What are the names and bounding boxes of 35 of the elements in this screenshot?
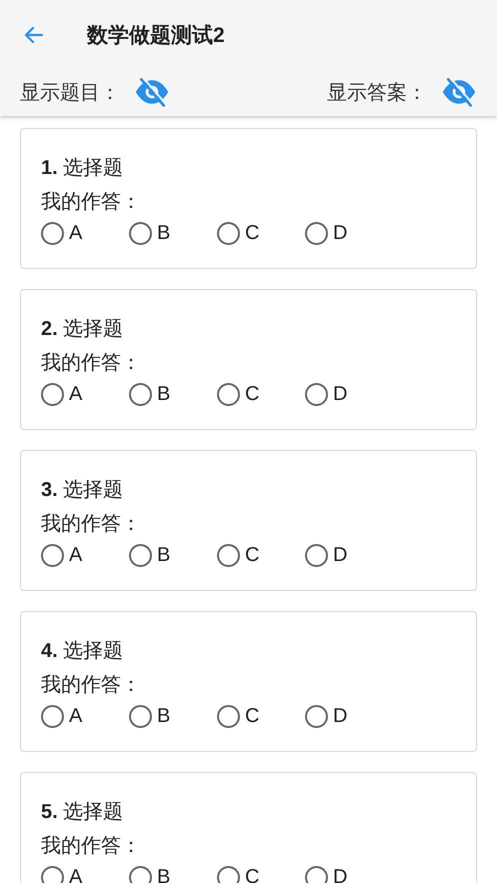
toggle-label: 显示答案： bbox=[327, 80, 427, 106]
radio-option[interactable]: D bbox=[305, 383, 393, 406]
radio-option[interactable]: A bbox=[41, 383, 129, 406]
answer-label: 我的作答： bbox=[41, 673, 141, 698]
question-title: 3. 选择题 bbox=[41, 478, 124, 503]
answer-label: 我的作答： bbox=[41, 351, 141, 376]
answer-label: 我的作答： bbox=[41, 190, 141, 215]
radio-option[interactable]: B bbox=[129, 383, 217, 406]
radio-option[interactable]: A bbox=[41, 705, 129, 728]
radio-option[interactable]: A bbox=[41, 544, 129, 567]
question-title: 2. 选择题 bbox=[41, 317, 124, 342]
toggle-label: 显示题目： bbox=[20, 80, 120, 106]
radio-option[interactable]: C bbox=[217, 383, 305, 406]
radio-option[interactable]: C bbox=[217, 705, 305, 728]
question-title: 4. 选择题 bbox=[41, 639, 124, 664]
eye-slash-icon[interactable] bbox=[134, 77, 170, 107]
radio-option[interactable]: C bbox=[217, 222, 305, 245]
radio-option[interactable]: B bbox=[129, 544, 217, 567]
radio-option[interactable]: D bbox=[305, 544, 393, 567]
radio-option[interactable]: D bbox=[305, 866, 393, 883]
radio-option[interactable]: B bbox=[129, 222, 217, 245]
radio-option[interactable]: B bbox=[129, 705, 217, 728]
answer-label: 我的作答： bbox=[41, 834, 141, 859]
radio-option[interactable]: D bbox=[305, 222, 393, 245]
radio-option[interactable]: A bbox=[41, 866, 129, 883]
radio-option[interactable]: A bbox=[41, 222, 129, 245]
question-title: 5. 选择题 bbox=[41, 800, 124, 825]
question-title: 1. 选择题 bbox=[41, 156, 124, 181]
radio-option[interactable]: C bbox=[217, 544, 305, 567]
page-title: 数学做题测试2 bbox=[87, 23, 225, 49]
answer-label: 我的作答： bbox=[41, 512, 141, 537]
radio-option[interactable]: D bbox=[305, 705, 393, 728]
eye-slash-icon[interactable] bbox=[441, 77, 477, 107]
radio-option[interactable]: C bbox=[217, 866, 305, 883]
radio-option[interactable]: B bbox=[129, 866, 217, 883]
